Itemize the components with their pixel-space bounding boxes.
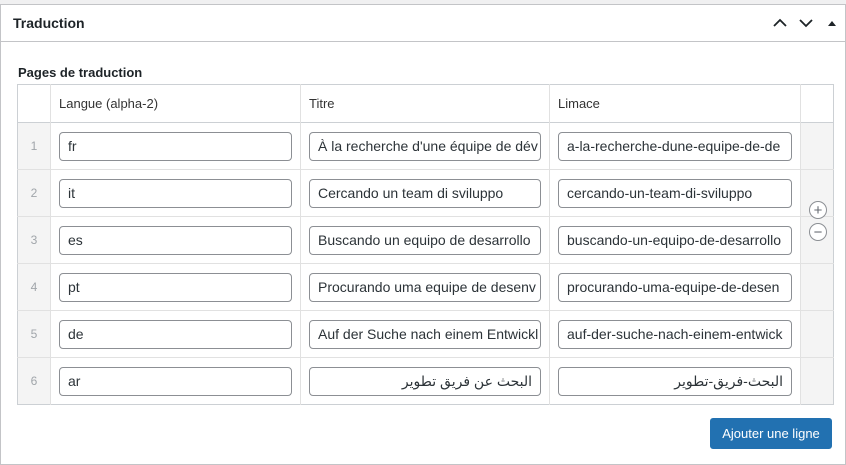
field-label: Pages de traduction bbox=[18, 65, 143, 80]
lang-cell: de bbox=[50, 310, 301, 358]
title-cell: Auf der Suche nach einem Entwickl bbox=[300, 310, 550, 358]
repeater-table: Langue (alpha-2) Titre Limace 1 fr À la … bbox=[17, 84, 834, 405]
actions-column-header bbox=[800, 84, 834, 123]
lang-cell: it bbox=[50, 169, 301, 217]
minus-circle-icon: − bbox=[813, 223, 823, 241]
table-row: 5 de Auf der Suche nach einem Entwickl a… bbox=[17, 310, 834, 358]
header-row: Langue (alpha-2) Titre Limace bbox=[18, 84, 834, 123]
metabox-body: Pages de traduction bbox=[1, 65, 845, 82]
title-cell: Procurando uma equipe de desenv bbox=[300, 263, 550, 311]
row-actions-cell bbox=[800, 263, 834, 311]
lang-input[interactable]: ar bbox=[59, 366, 292, 396]
lang-cell: fr bbox=[50, 122, 301, 170]
metabox-header: Traduction bbox=[1, 5, 845, 42]
slug-cell: auf-der-suche-nach-einem-entwick bbox=[549, 310, 801, 358]
title-input[interactable]: البحث عن فريق تطوير bbox=[309, 366, 541, 396]
title-column-header: Titre bbox=[300, 84, 550, 123]
row-order-handle[interactable]: 2 bbox=[17, 169, 51, 217]
lang-input[interactable]: de bbox=[59, 319, 292, 349]
table-row: 3 es Buscando un equipo de desarrollo bu… bbox=[17, 201, 834, 264]
slug-cell: cercando-un-team-di-sviluppo bbox=[549, 169, 801, 217]
slug-cell: البحث-فريق-تطوير bbox=[549, 357, 801, 405]
slug-input[interactable]: البحث-فريق-تطوير bbox=[558, 366, 792, 396]
metabox-title: Traduction bbox=[13, 15, 85, 31]
slug-input[interactable]: buscando-un-equipo-de-desarrollo bbox=[558, 225, 792, 255]
lang-input[interactable]: es bbox=[59, 225, 292, 255]
title-input[interactable]: À la recherche d'une équipe de dév bbox=[309, 131, 541, 161]
slug-input[interactable]: a-la-recherche-dune-equipe-de-de bbox=[558, 131, 792, 161]
row-order-handle[interactable]: 3 bbox=[17, 216, 51, 264]
lang-cell: pt bbox=[50, 263, 301, 311]
lang-column-header: Langue (alpha-2) bbox=[50, 84, 301, 123]
row-actions-cell bbox=[800, 122, 834, 170]
slug-cell: buscando-un-equipo-de-desarrollo bbox=[549, 216, 801, 264]
lang-cell: es bbox=[50, 216, 301, 264]
title-input[interactable]: Auf der Suche nach einem Entwickl bbox=[309, 319, 541, 349]
title-input[interactable]: Cercando un team di sviluppo bbox=[309, 178, 541, 208]
row-order-handle[interactable]: 6 bbox=[17, 357, 51, 405]
title-input[interactable]: Buscando un equipo de desarrollo bbox=[309, 225, 541, 255]
table-row: 6 ar البحث عن فريق تطوير البحث-فريق-تطوي… bbox=[17, 357, 834, 405]
row-order-handle[interactable]: 4 bbox=[17, 263, 51, 311]
slug-input[interactable]: auf-der-suche-nach-einem-entwick bbox=[558, 319, 792, 349]
table-row: 4 pt Procurando uma equipe de desenv pro… bbox=[17, 263, 834, 311]
slug-cell: procurando-uma-equipe-de-desen bbox=[549, 263, 801, 311]
metabox-handle-actions bbox=[767, 5, 845, 41]
chevron-up-icon bbox=[773, 18, 787, 27]
slug-cell: a-la-recherche-dune-equipe-de-de bbox=[549, 122, 801, 170]
title-cell: À la recherche d'une équipe de dév bbox=[300, 122, 550, 170]
toggle-panel-button[interactable] bbox=[819, 5, 845, 41]
lang-input[interactable]: pt bbox=[59, 272, 292, 302]
title-cell: البحث عن فريق تطوير bbox=[300, 357, 550, 405]
add-row-inline-button[interactable]: + bbox=[809, 201, 827, 219]
move-down-button[interactable] bbox=[793, 5, 819, 41]
table-row: 2 it Cercando un team di sviluppo cercan… bbox=[17, 169, 834, 217]
title-input[interactable]: Procurando uma equipe de desenv bbox=[309, 272, 541, 302]
plus-circle-icon: + bbox=[813, 201, 823, 219]
remove-row-button[interactable]: − bbox=[809, 223, 827, 241]
chevron-down-icon bbox=[799, 19, 813, 28]
row-actions-cell bbox=[800, 310, 834, 358]
row-actions-cell: + − bbox=[800, 201, 834, 264]
caret-up-icon bbox=[828, 21, 836, 26]
table-row: 1 fr À la recherche d'une équipe de dév … bbox=[17, 122, 834, 170]
slug-input[interactable]: cercando-un-team-di-sviluppo bbox=[558, 178, 792, 208]
add-row-button[interactable]: Ajouter une ligne bbox=[710, 418, 832, 449]
lang-input[interactable]: fr bbox=[59, 131, 292, 161]
row-order-handle[interactable]: 5 bbox=[17, 310, 51, 358]
order-column-header bbox=[18, 85, 51, 123]
row-order-handle[interactable]: 1 bbox=[17, 122, 51, 170]
row-actions-cell bbox=[800, 357, 834, 405]
lang-cell: ar bbox=[50, 357, 301, 405]
translation-repeater: Langue (alpha-2) Titre Limace 1 fr À la … bbox=[17, 84, 834, 405]
slug-column-header: Limace bbox=[549, 84, 801, 123]
slug-input[interactable]: procurando-uma-equipe-de-desen bbox=[558, 272, 792, 302]
move-up-button[interactable] bbox=[767, 5, 793, 41]
lang-input[interactable]: it bbox=[59, 178, 292, 208]
title-cell: Cercando un team di sviluppo bbox=[300, 169, 550, 217]
title-cell: Buscando un equipo de desarrollo bbox=[300, 216, 550, 264]
